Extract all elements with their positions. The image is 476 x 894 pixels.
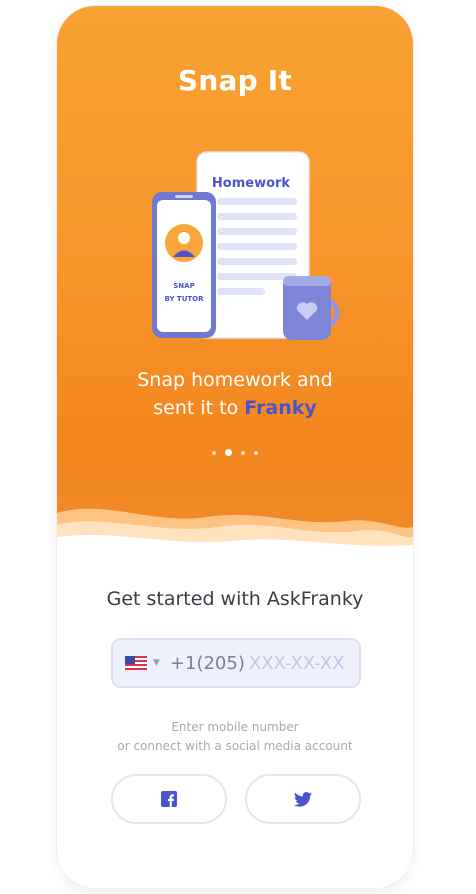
caption-prefix: sent it to <box>153 397 245 419</box>
phone-number-field[interactable]: ▼ +1(205) <box>111 638 361 688</box>
hint-line-2: or connect with a social media account <box>117 739 353 753</box>
mug-illustration <box>283 276 340 340</box>
signup-heading: Get started with AskFranky <box>106 588 364 610</box>
chevron-down-icon[interactable]: ▼ <box>153 658 160 668</box>
document-title: Homework <box>212 176 291 191</box>
snap-phone-illustration: SNAP BY TUTOR <box>152 192 216 338</box>
facebook-login-button[interactable] <box>111 774 227 824</box>
twitter-icon <box>294 791 312 807</box>
page-dot-active[interactable] <box>225 449 232 456</box>
onboarding-caption: Snap homework and sent it to Franky <box>57 366 413 422</box>
phone-label-snap: SNAP <box>173 282 194 290</box>
phone-number-input[interactable] <box>248 652 359 674</box>
phone-label-by-tutor: BY TUTOR <box>164 295 204 303</box>
wave-divider <box>57 508 413 561</box>
caption-line-1: Snap homework and <box>137 369 333 391</box>
hint-line-1: Enter mobile number <box>171 720 299 734</box>
caption-line-2: sent it to Franky <box>57 394 413 422</box>
facebook-icon <box>161 791 177 807</box>
page-dot[interactable] <box>241 450 245 455</box>
phone-frame: Snap It Homework SNAP BY TUTOR Snap home… <box>57 6 413 888</box>
page-dot[interactable] <box>254 450 258 455</box>
signup-hint: Enter mobile number or connect with a so… <box>57 718 413 756</box>
page-indicator <box>57 449 413 456</box>
onboarding-hero: Snap It Homework SNAP BY TUTOR Snap home… <box>57 6 413 546</box>
country-code: +1(205) <box>169 652 245 674</box>
page-dot[interactable] <box>212 450 216 455</box>
us-flag-icon[interactable] <box>125 656 147 670</box>
twitter-login-button[interactable] <box>245 774 361 824</box>
caption-accent-name: Franky <box>244 397 317 419</box>
homework-illustration: Homework SNAP BY TUTOR <box>152 151 340 340</box>
